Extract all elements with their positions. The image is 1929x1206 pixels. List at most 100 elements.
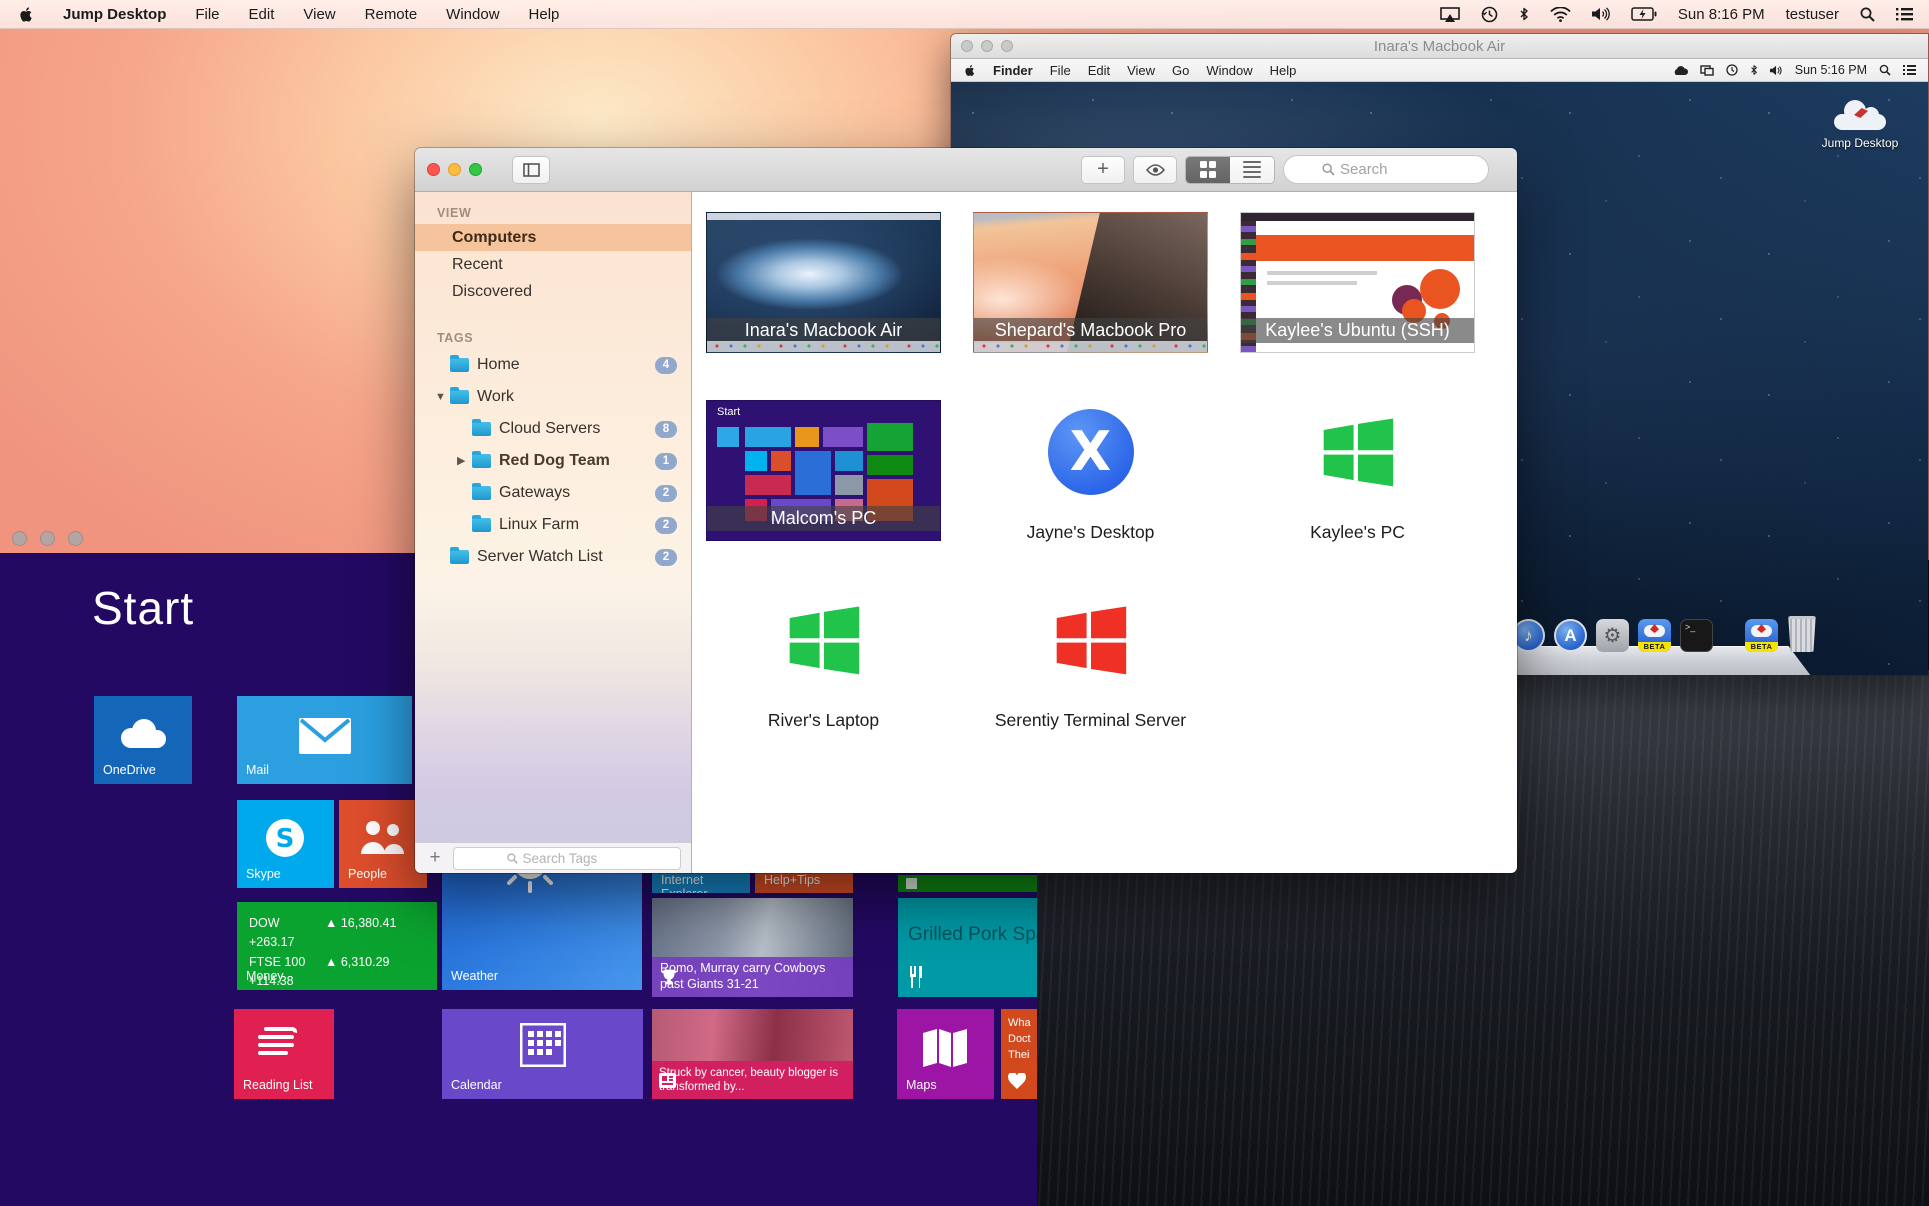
menu-app-name[interactable]: Jump Desktop: [63, 6, 166, 23]
menu-remote[interactable]: Remote: [365, 6, 418, 23]
close-button[interactable]: [427, 163, 440, 176]
remote-window-titlebar[interactable]: Inara's Macbook Air: [951, 34, 1928, 59]
notification-center-icon[interactable]: [1903, 65, 1916, 75]
tile-maps[interactable]: Maps: [897, 1009, 994, 1099]
tile-skype[interactable]: S Skype: [237, 800, 334, 888]
sidebar-item-discovered[interactable]: Discovered: [415, 278, 691, 305]
tile-health-partial[interactable]: Wha Doct Thei: [1001, 1009, 1037, 1099]
remote-menu-window[interactable]: Window: [1206, 63, 1252, 78]
preview-button[interactable]: [1133, 156, 1177, 184]
traffic-lights[interactable]: [415, 163, 482, 176]
reading-list-icon: [258, 1027, 298, 1061]
sidebar-item-computers[interactable]: Computers: [415, 224, 691, 251]
menu-edit[interactable]: Edit: [249, 6, 275, 23]
bluetooth-icon[interactable]: [1750, 64, 1758, 76]
computer-card-jayne[interactable]: X Jayne's Desktop: [973, 400, 1208, 578]
sidebar-toggle-button[interactable]: [512, 156, 550, 184]
tile-food-partial[interactable]: [898, 875, 1037, 892]
remote-dock[interactable]: ♪ A ⚙ BETA >_ BETA: [1489, 612, 1811, 676]
remote-menu-go[interactable]: Go: [1172, 63, 1189, 78]
clock-icon[interactable]: [1726, 64, 1738, 76]
computer-name: Kaylee's PC: [1240, 522, 1475, 543]
tile-news-blogger[interactable]: Struck by cancer, beauty blogger is tran…: [652, 1009, 853, 1099]
remote-menu-edit[interactable]: Edit: [1088, 63, 1110, 78]
disclosure-open-icon[interactable]: ▼: [435, 391, 446, 403]
dock-jump-desktop-beta2-icon[interactable]: BETA: [1745, 619, 1778, 652]
minimize-button[interactable]: [448, 163, 461, 176]
computer-card-inara[interactable]: Inara's Macbook Air: [706, 212, 941, 390]
tile-onedrive[interactable]: OneDrive: [94, 696, 192, 784]
computer-card-malcom[interactable]: Start Malcom's PC: [706, 400, 941, 578]
tag-row-red-dog-team[interactable]: ▶ Red Dog Team 1: [415, 445, 691, 477]
tag-row-linux-farm[interactable]: Linux Farm 2: [415, 509, 691, 541]
volume-icon[interactable]: [1592, 7, 1610, 21]
display-mirroring-icon[interactable]: [1700, 65, 1714, 76]
airplay-display-icon[interactable]: [1440, 7, 1460, 22]
wifi-icon[interactable]: [1550, 7, 1571, 22]
add-tag-button[interactable]: +: [425, 847, 445, 869]
menu-file[interactable]: File: [195, 6, 219, 23]
remote-traffic-lights[interactable]: [961, 40, 1013, 52]
remote-menu-help[interactable]: Help: [1270, 63, 1297, 78]
count-badge: 2: [655, 485, 677, 502]
tile-people[interactable]: People: [339, 800, 427, 888]
menu-help[interactable]: Help: [529, 6, 560, 23]
sidebar-tags-header: TAGS: [415, 327, 691, 349]
volume-icon[interactable]: [1770, 65, 1783, 76]
remote-menu-view[interactable]: View: [1127, 63, 1155, 78]
search-input[interactable]: [1340, 161, 1460, 178]
remote-menu-bar: Finder File Edit View Go Window Help: [951, 59, 1928, 82]
disclosure-closed-icon[interactable]: ▶: [457, 454, 465, 467]
sidebar-item-recent[interactable]: Recent: [415, 251, 691, 278]
remote-menu-file[interactable]: File: [1050, 63, 1071, 78]
jump-desktop-app-icon[interactable]: Jump Desktop: [1818, 100, 1902, 150]
search-field[interactable]: [1283, 155, 1489, 184]
computer-card-serentiy[interactable]: Serentiy Terminal Server: [973, 588, 1208, 766]
spotlight-icon[interactable]: [1860, 7, 1875, 22]
tile-reading-list[interactable]: Reading List: [234, 1009, 334, 1099]
dock-trash-icon[interactable]: [1787, 616, 1817, 652]
tag-row-work[interactable]: ▼ Work: [415, 381, 691, 413]
spotlight-icon[interactable]: [1879, 64, 1891, 76]
menu-user[interactable]: testuser: [1786, 6, 1839, 23]
apple-menu-icon[interactable]: [20, 6, 34, 23]
tile-sports-news[interactable]: Romo, Murray carry Cowboys past Giants 3…: [652, 898, 853, 997]
battery-charging-icon[interactable]: [1631, 7, 1657, 21]
grid-view-button[interactable]: [1186, 157, 1230, 183]
search-tags-input[interactable]: [523, 851, 628, 866]
tile-money[interactable]: DOW▲ 16,380.41 +263.17 FTSE 100▲ 6,310.2…: [237, 902, 437, 990]
tile-grilled-pork-recipe[interactable]: Grilled Pork Spar: [898, 898, 1037, 997]
tag-row-server-watch-list[interactable]: Server Watch List 2: [415, 541, 691, 573]
dock-terminal-icon[interactable]: >_: [1680, 619, 1713, 652]
add-computer-button[interactable]: +: [1081, 156, 1125, 184]
time-machine-icon[interactable]: [1481, 6, 1498, 23]
computer-card-kaylee-ubuntu[interactable]: Kaylee's Ubuntu (SSH): [1240, 212, 1475, 390]
computer-card-kaylee-pc[interactable]: Kaylee's PC: [1240, 400, 1475, 578]
zoom-button[interactable]: [469, 163, 482, 176]
tag-row-cloud-servers[interactable]: Cloud Servers 8: [415, 413, 691, 445]
dock-system-preferences-icon[interactable]: ⚙: [1596, 619, 1629, 652]
list-view-button[interactable]: [1230, 157, 1274, 183]
upload-cloud-icon[interactable]: [1673, 65, 1688, 76]
computer-card-river[interactable]: River's Laptop: [706, 588, 941, 766]
remote-menu-finder[interactable]: Finder: [993, 63, 1033, 78]
bluetooth-icon[interactable]: [1519, 6, 1529, 22]
count-badge: 1: [655, 453, 677, 470]
computer-name: Shepard's Macbook Pro: [974, 318, 1207, 343]
menu-window[interactable]: Window: [446, 6, 499, 23]
tag-row-gateways[interactable]: Gateways 2: [415, 477, 691, 509]
dock-app-store-icon[interactable]: A: [1554, 619, 1587, 652]
window-toolbar[interactable]: +: [415, 148, 1517, 192]
start-window-traffic-lights[interactable]: [12, 531, 83, 546]
windows-logo-green-icon: [778, 596, 870, 684]
notification-center-icon[interactable]: [1896, 8, 1913, 21]
tile-mail[interactable]: Mail: [237, 696, 412, 784]
menu-view[interactable]: View: [303, 6, 335, 23]
tag-row-home[interactable]: Home 4: [415, 349, 691, 381]
menu-clock[interactable]: Sun 8:16 PM: [1678, 6, 1765, 23]
dock-jump-desktop-beta-icon[interactable]: BETA: [1638, 619, 1671, 652]
search-tags-field[interactable]: [453, 847, 681, 870]
remote-clock[interactable]: Sun 5:16 PM: [1795, 63, 1867, 77]
tile-calendar[interactable]: Calendar: [442, 1009, 643, 1099]
computer-card-shepard[interactable]: Shepard's Macbook Pro: [973, 212, 1208, 390]
